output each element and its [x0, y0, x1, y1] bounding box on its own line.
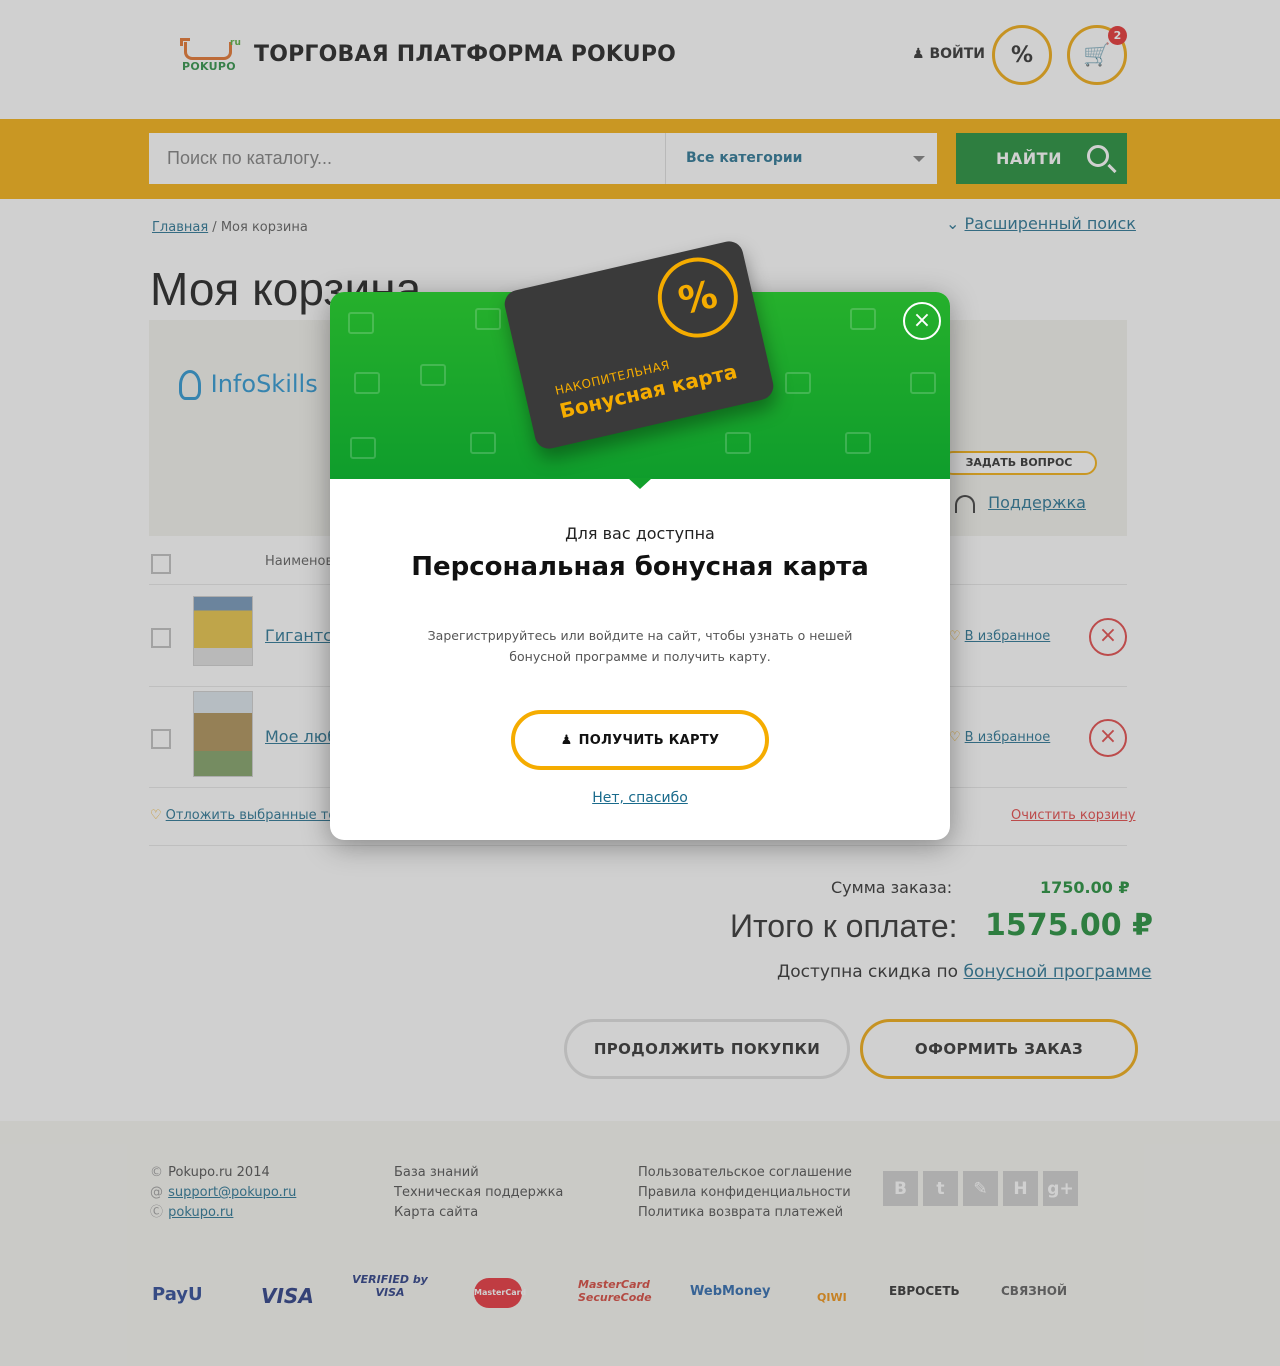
percent-seal-icon: % — [649, 249, 746, 346]
shop-pattern-icon — [910, 372, 936, 394]
basket-pattern-icon — [470, 432, 496, 454]
modal-pre-title: Для вас доступна — [565, 524, 715, 543]
tag-pattern-icon — [785, 372, 811, 394]
user-icon: ♟ — [560, 732, 573, 748]
cart-pattern-icon — [475, 308, 501, 330]
tag-pattern-icon — [420, 364, 446, 386]
get-card-label: ПОЛУЧИТЬ КАРТУ — [578, 732, 720, 748]
bonus-card-modal: % НАКОПИТЕЛЬНАЯ Бонусная карта × Для вас… — [330, 238, 950, 840]
modal-description: Зарегистрируйтесь или войдите на сайт, ч… — [427, 628, 853, 664]
cart-pattern-icon — [850, 308, 876, 330]
banner-notch — [628, 478, 652, 489]
modal-title: Персональная бонусная карта — [411, 552, 869, 582]
get-card-button[interactable]: ♟ ПОЛУЧИТЬ КАРТУ — [511, 710, 769, 770]
shop-pattern-icon — [350, 437, 376, 459]
no-thanks-link[interactable]: Нет, спасибо — [330, 790, 950, 806]
shop-pattern-icon — [725, 432, 751, 454]
close-icon: × — [912, 308, 932, 333]
bag-pattern-icon — [348, 312, 374, 334]
shop-pattern-icon — [354, 372, 380, 394]
modal-close-button[interactable]: × — [903, 302, 941, 340]
basket-pattern-icon — [845, 432, 871, 454]
